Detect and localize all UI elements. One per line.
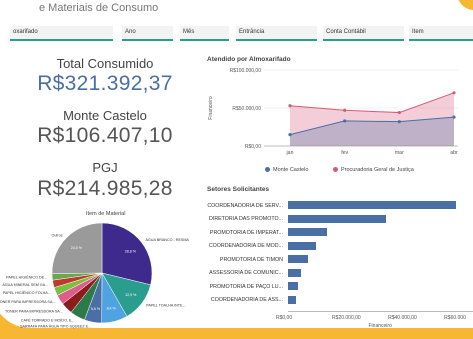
bar[interactable] — [288, 228, 328, 236]
x-tick-label: abr — [450, 150, 458, 156]
bar-category-label: COORDENADORIA DE ASS... — [210, 297, 283, 303]
x-tick-label: fev — [341, 150, 348, 156]
bar-x-axis — [288, 311, 473, 312]
legend-pgj: Procuradoria Geral de Justiça — [333, 167, 414, 173]
filter-mes[interactable]: Mês — [180, 26, 229, 41]
bar-x-tick-label: R$60.000 — [444, 315, 466, 321]
data-point[interactable] — [397, 120, 401, 124]
bar[interactable] — [288, 241, 317, 250]
bar[interactable] — [288, 201, 457, 209]
filter-conta-contabil[interactable]: Conta Contábil — [323, 26, 404, 41]
y-tick-label: R$100.000,00 — [230, 68, 262, 74]
data-point[interactable] — [288, 104, 292, 108]
pie-value-label: 12,9 % — [125, 293, 137, 297]
legend-monte: Monte Castelo — [265, 167, 308, 173]
filter-almoxarifado[interactable]: oxarifado — [10, 26, 113, 41]
legend-pgj-label: Procuradoria Geral de Justiça — [341, 167, 414, 173]
legend-monte-label: Monte Castelo — [273, 167, 309, 173]
bar-x-axis-label: Financeiro — [368, 323, 392, 329]
bar[interactable] — [288, 214, 387, 223]
legend-pgj-swatch — [333, 167, 338, 173]
data-point[interactable] — [452, 115, 456, 119]
data-point[interactable] — [397, 110, 401, 115]
y-tick-label: R$0,00 — [245, 144, 261, 150]
filter-bar: oxarifado Ano Mês Entrância Conta Contáb… — [0, 26, 473, 44]
pie-slice-label: PAPEL HIGIÊNICO DE... — [6, 274, 47, 279]
kpi-pgj-label: PGJ — [92, 160, 118, 175]
pie-value-label: 5,6 % — [91, 307, 101, 311]
pie-slice-label: ÁGUA MINERAL SEM GA... — [2, 283, 48, 287]
legend-monte-swatch — [265, 167, 270, 173]
bar[interactable] — [288, 255, 308, 263]
pie-value-label: 28,8 % — [125, 249, 137, 253]
bar-category-label: COORDENADORIA DE MOD... — [208, 243, 283, 249]
bar-category-label: DIRETORIA DAS PROMOTO... — [209, 216, 283, 222]
kpi-total-label: Total Consumido — [56, 56, 154, 71]
pie-slice-label: TONER PARA IMPRESSORA SA... — [0, 300, 55, 304]
y-tick-label: R$50.000,00 — [232, 106, 261, 112]
kpi-pgj-value: R$214.985,28 — [37, 177, 173, 200]
dashboard-frame: e Materiais de Consumo oxarifado Ano Mês… — [0, 0, 473, 339]
bar-category-label: PROMOTORIA DE IMPERAT... — [209, 229, 283, 236]
bar-category-label: PROMOTORIA DE TIMON — [219, 256, 283, 263]
filter-item[interactable]: Item — [409, 26, 473, 41]
pie-slice-label: TONER PARA IMPRESSORA SA... — [5, 309, 63, 313]
bar-category-label: ASSESSORIA DE COMUNIC... — [209, 270, 283, 276]
bar-chart-title: Setores Solicitantes — [207, 186, 270, 193]
x-tick-label: jan — [286, 150, 294, 156]
kpi-total-value: R$321.392,37 — [37, 72, 173, 95]
pie-slice-label: PAPEL HIGIÊNICO FOLHA... — [3, 290, 51, 295]
pie-slice-label: ÁGUA BRANCO - RESMA — [145, 238, 189, 242]
bar-x-tick-label: R$0,00 — [276, 315, 293, 321]
area-chart[interactable]: R$0,00 R$50.000,00 R$100.000,00 Financeiro j… — [200, 62, 473, 182]
pie-chart[interactable]: 28,8 % ÁGUA BRANCO - RESMA 12,9 % PAPEL TOA… — [0, 218, 200, 339]
bar[interactable] — [288, 295, 296, 304]
bar-chart[interactable]: COORDENADORIA DE SERV... DIRETORIA DAS PR… — [200, 199, 473, 339]
data-point[interactable] — [343, 119, 347, 123]
kpi-monte-label: Monte Castelo — [63, 108, 147, 123]
pie-value-label: 24,5 % — [71, 246, 83, 250]
bar[interactable] — [288, 268, 301, 277]
bar-category-label: PROMOTORIA DE PAÇO LU... — [209, 283, 283, 290]
app-title: e Materiais de Consumo — [39, 2, 159, 14]
pie-slice-label: PAPEL TOALHA INTE... — [146, 304, 185, 308]
kpi-monte-value: R$106.407,10 — [37, 124, 173, 147]
filter-ano[interactable]: Ano — [122, 26, 173, 41]
pie-title: Item de Material — [86, 211, 126, 217]
bar[interactable] — [288, 282, 298, 290]
data-point[interactable] — [343, 108, 347, 112]
bar-x-tick-label: R$20.000,00 — [332, 315, 361, 321]
data-point[interactable] — [452, 91, 456, 95]
pie-slice-label: SARRAFA PARA ÁGUA TIPO SQUEEZ E... — [20, 324, 91, 328]
pie-slice-label: CAFÉ TORRADO E MOÍDO, E... — [21, 317, 75, 322]
pie-value-label: 8,4 % — [107, 306, 117, 310]
bar-x-tick-label: R$40.000,00 — [388, 315, 417, 321]
corner-accent — [457, 0, 473, 10]
x-tick-label: mar — [395, 150, 404, 156]
y-axis-label: Financeiro — [208, 96, 214, 120]
data-point[interactable] — [288, 133, 292, 137]
pie-slice-label: Outros — [51, 233, 62, 237]
filter-entrancia[interactable]: Entrância — [236, 26, 317, 41]
bar-category-label: COORDENADORIA DE SERV... — [207, 202, 283, 209]
